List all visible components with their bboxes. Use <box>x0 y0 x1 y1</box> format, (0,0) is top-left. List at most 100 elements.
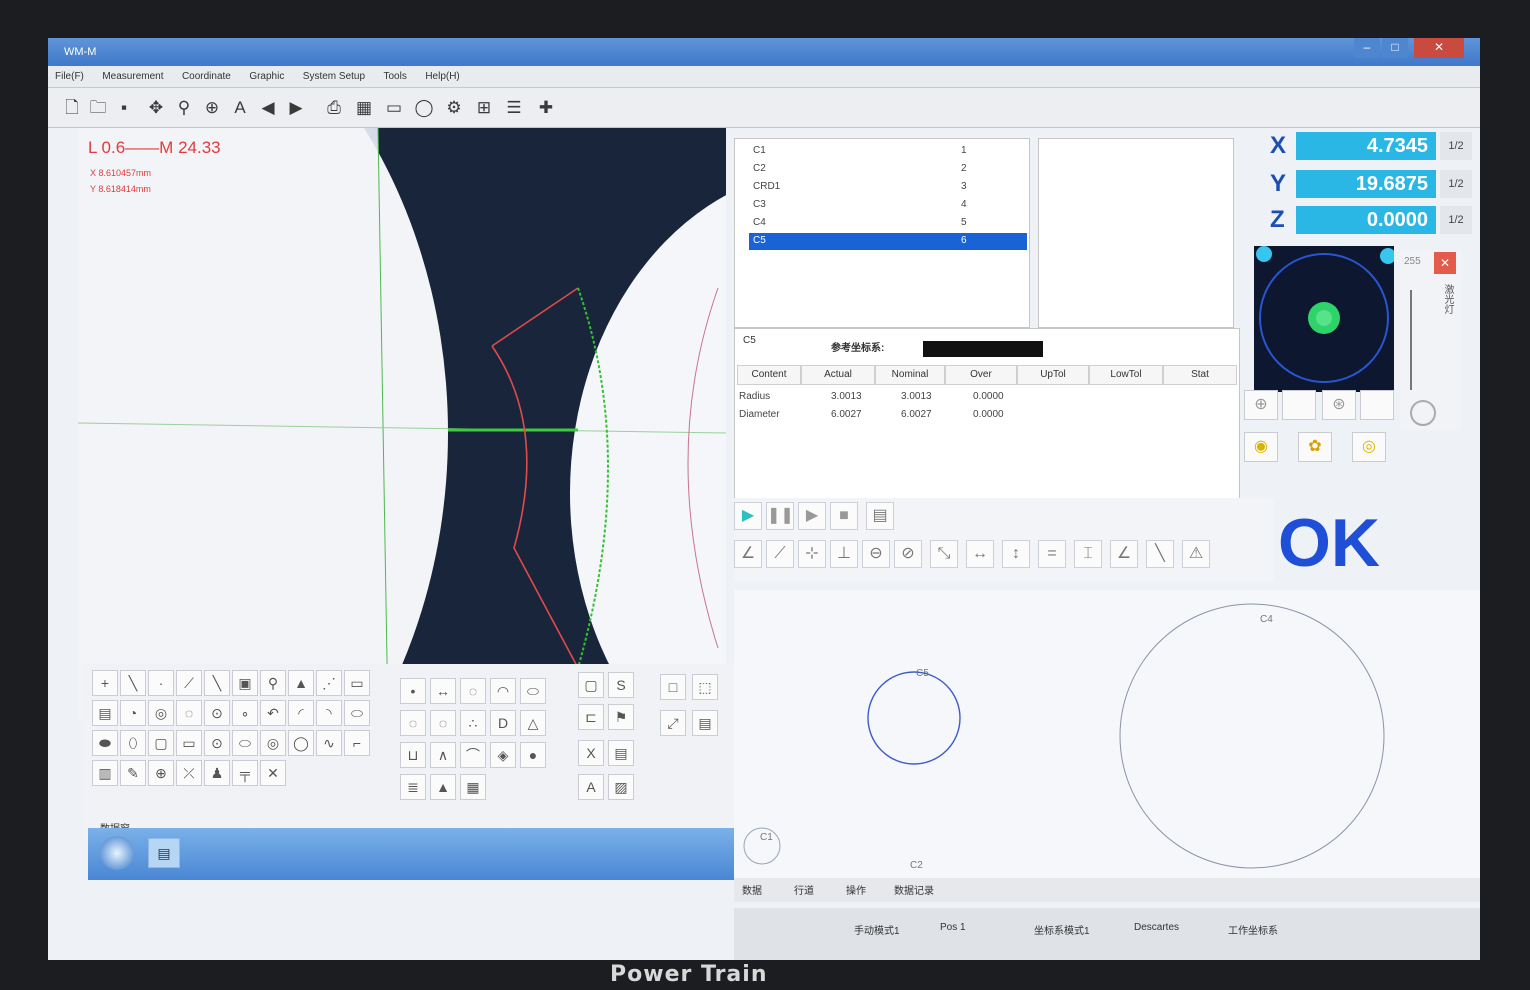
diameter-construct-icon[interactable]: ⊘ <box>894 540 922 568</box>
arc-tool-icon[interactable]: ◔ <box>120 700 146 726</box>
step-forward-icon[interactable]: ▶ <box>798 502 826 530</box>
task-item[interactable]: ▤ <box>148 838 180 868</box>
text-icon[interactable]: A <box>228 96 252 120</box>
list-icon[interactable]: ☰ <box>502 96 526 120</box>
list-item[interactable]: C1 1 <box>749 143 1027 160</box>
image-tool-icon[interactable]: ▤ <box>92 700 118 726</box>
menu-tools[interactable]: Tools <box>377 66 414 88</box>
dashed-square-tool-icon[interactable]: ⬚ <box>692 674 718 700</box>
cylinder-tool-icon[interactable]: ≣ <box>400 774 426 800</box>
ellipse3-tool-icon[interactable]: ⬭ <box>520 678 546 704</box>
col-lowtol[interactable]: LowTol <box>1089 365 1163 385</box>
midpoint-construct-icon[interactable]: ⊹ <box>798 540 826 568</box>
magnifier-tool-icon[interactable]: ⚲ <box>260 670 286 696</box>
left-bracket-tool-icon[interactable]: ⊏ <box>578 704 604 730</box>
menu-graphic[interactable]: Graphic <box>242 66 291 88</box>
arc3-tool-icon[interactable]: ◝ <box>316 700 342 726</box>
arc4-tool-icon[interactable]: ◠ <box>490 678 516 704</box>
image-icon[interactable]: ▭ <box>382 96 406 120</box>
curve-tool-icon[interactable]: ↶ <box>260 700 286 726</box>
corner-tool-icon[interactable]: ⌐ <box>344 730 370 756</box>
start-button[interactable] <box>100 836 134 870</box>
grid-icon[interactable]: ⊞ <box>472 96 496 120</box>
open-file-icon[interactable]: 🗀 <box>86 96 110 120</box>
menu-help[interactable]: Help(H) <box>418 66 466 88</box>
box-tool-icon[interactable]: ▣ <box>232 670 258 696</box>
list-item[interactable]: C2 2 <box>749 161 1027 178</box>
menu-measurement[interactable]: Measurement <box>95 66 170 88</box>
light-blank2-button[interactable] <box>1360 390 1394 420</box>
text2-tool-icon[interactable]: A <box>578 774 604 800</box>
sphere-tool-icon[interactable]: ● <box>520 742 546 768</box>
height-construct-icon[interactable]: ↕ <box>1002 540 1030 568</box>
d-shape-tool-icon[interactable]: D <box>490 710 516 736</box>
dot2-tool-icon[interactable]: • <box>400 678 426 704</box>
light-control-view[interactable] <box>1254 246 1396 392</box>
gear-icon[interactable]: ⚙ <box>442 96 466 120</box>
crosshair-icon[interactable]: ⊕ <box>200 96 224 120</box>
dotted-ring-tool-icon[interactable]: ◌ <box>430 710 456 736</box>
arc2-tool-icon[interactable]: ◜ <box>288 700 314 726</box>
axis-z-value[interactable]: 0.0000 <box>1296 206 1436 234</box>
stamp-tool-icon[interactable]: ♟ <box>204 760 230 786</box>
pause-icon[interactable]: ❚❚ <box>766 502 794 530</box>
axis-x-value[interactable]: 4.7345 <box>1296 132 1436 160</box>
light-slider[interactable] <box>1410 290 1424 390</box>
minimize-button[interactable]: – <box>1354 38 1380 58</box>
frame-tool-icon[interactable]: ▭ <box>176 730 202 756</box>
forward-icon[interactable]: ▶ <box>284 96 308 120</box>
back-icon[interactable]: ◀ <box>256 96 280 120</box>
capsule-tool-icon[interactable]: ⬭ <box>232 730 258 756</box>
report2-tool-icon[interactable]: ▤ <box>608 740 634 766</box>
move-icon[interactable]: ✥ <box>144 96 168 120</box>
col-stat[interactable]: Stat <box>1163 365 1237 385</box>
perpendicular-construct-icon[interactable]: ⊥ <box>830 540 858 568</box>
coaxial-light-icon[interactable]: ◉ <box>1244 432 1278 462</box>
intersect-tool-icon[interactable]: ⤫ <box>176 760 202 786</box>
coord-system-select[interactable] <box>923 341 1043 357</box>
list-item[interactable]: CRD1 3 <box>749 179 1027 196</box>
feature-list[interactable]: C1 1 C2 2 CRD1 3 C3 4 C4 5 C5 6 <box>734 138 1030 328</box>
calc-tool-icon[interactable]: ▦ <box>460 774 486 800</box>
zoom-icon[interactable]: ⚲ <box>172 96 196 120</box>
line-construct-icon[interactable]: ⟋ <box>766 540 794 568</box>
list-item[interactable]: C3 4 <box>749 197 1027 214</box>
peak2-tool-icon[interactable]: ∧ <box>430 742 456 768</box>
width-construct-icon[interactable]: ↔ <box>966 540 994 568</box>
line-tool-icon[interactable]: ╲ <box>120 670 146 696</box>
printer-icon[interactable]: ⎙ <box>322 96 346 120</box>
column-tool-icon[interactable]: ▥ <box>92 760 118 786</box>
picture-tool-icon[interactable]: ▨ <box>608 774 634 800</box>
ring-light-icon[interactable]: ✿ <box>1298 432 1332 462</box>
col-over[interactable]: Over <box>945 365 1017 385</box>
ring-tool-icon[interactable]: ◌ <box>176 700 202 726</box>
delete-tool-icon[interactable]: ✕ <box>260 760 286 786</box>
crosspoint-tool-icon[interactable]: ⊕ <box>148 760 174 786</box>
triangle-construct-icon[interactable]: ⚠ <box>1182 540 1210 568</box>
menu-coordinate[interactable]: Coordinate <box>175 66 238 88</box>
menu-file[interactable]: File(F) <box>48 66 91 88</box>
menu-system-setup[interactable]: System Setup <box>296 66 372 88</box>
light-add-icon[interactable]: ⊕ <box>1244 390 1278 420</box>
col-actual[interactable]: Actual <box>801 365 875 385</box>
rect-tool-icon[interactable]: ▭ <box>344 670 370 696</box>
light-segment-icon[interactable]: ⊛ <box>1322 390 1356 420</box>
segment-tool-icon[interactable]: ╲ <box>204 670 230 696</box>
circle-icon[interactable]: ◯ <box>412 96 436 120</box>
new-file-icon[interactable]: 🗋 <box>60 96 84 120</box>
symmetry-construct-icon[interactable]: ⌶ <box>1074 540 1102 568</box>
gauge-tool-icon[interactable]: ◯ <box>288 730 314 756</box>
reset-light-icon[interactable] <box>1410 400 1436 426</box>
list-item[interactable]: C4 5 <box>749 215 1027 232</box>
cone2-tool-icon[interactable]: ▲ <box>430 774 456 800</box>
stop-icon[interactable]: ■ <box>830 502 858 530</box>
nodes-tool-icon[interactable]: ⋰ <box>316 670 342 696</box>
light-toggle-icon[interactable]: ✕ <box>1434 252 1456 274</box>
point-tool-icon[interactable]: + <box>92 670 118 696</box>
flag-tool-icon[interactable]: ⚑ <box>608 704 634 730</box>
resize-tool-icon[interactable]: ⤢ <box>660 710 686 736</box>
ellipse2-tool-icon[interactable]: ⬬ <box>92 730 118 756</box>
target-tool-icon[interactable]: ⊙ <box>204 700 230 726</box>
axis-z-half-button[interactable]: 1/2 <box>1440 206 1472 234</box>
col-nominal[interactable]: Nominal <box>875 365 945 385</box>
